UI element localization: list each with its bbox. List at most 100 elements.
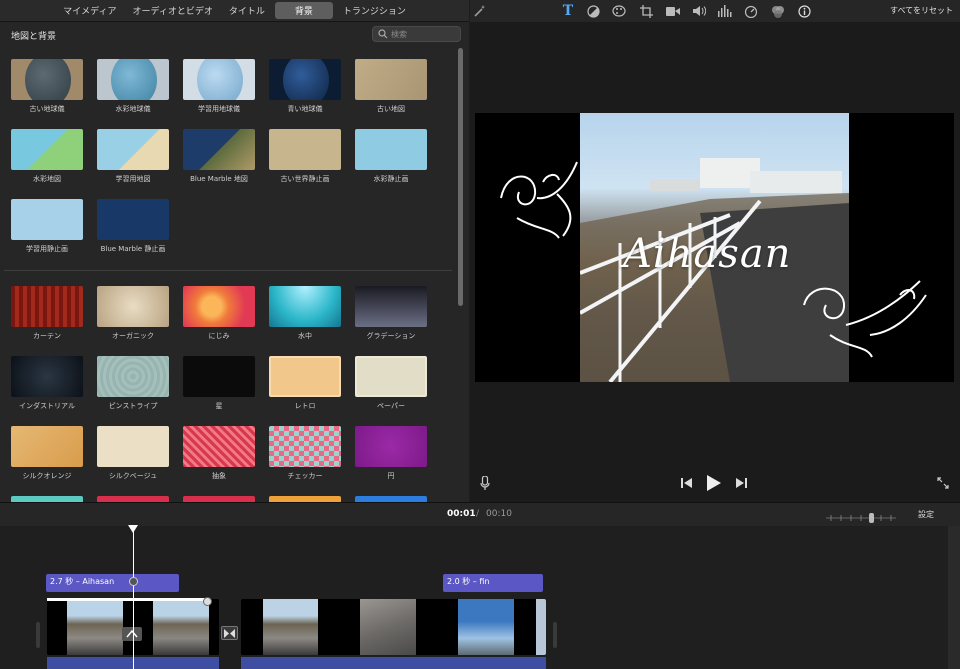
timeline-scrollbar[interactable]: [948, 526, 960, 669]
video-preview[interactable]: Aihasan: [475, 113, 954, 382]
background-thumbnail: [355, 356, 427, 397]
search-input[interactable]: [391, 28, 457, 40]
background-tile[interactable]: シルクベージュ: [97, 426, 169, 480]
video-clip-2[interactable]: [241, 599, 546, 655]
playhead[interactable]: [133, 530, 134, 669]
background-tile[interactable]: チェッカー: [269, 426, 341, 480]
background-tile[interactable]: カーテン: [11, 286, 83, 340]
background-tile[interactable]: レトロ: [269, 356, 341, 410]
timeline-right-handle[interactable]: [553, 622, 557, 648]
background-thumbnail: [11, 426, 83, 467]
tile-label: 抽象: [212, 472, 226, 480]
flourish-ornament-left: [500, 161, 578, 239]
browser-scrollbar[interactable]: [456, 48, 464, 500]
background-tile[interactable]: 学習用静止画: [11, 199, 83, 253]
background-tile[interactable]: 円: [355, 426, 427, 480]
skip-forward-icon[interactable]: [735, 477, 747, 489]
background-thumbnail: [355, 59, 427, 100]
background-thumbnail: [97, 199, 169, 240]
background-tile[interactable]: 学習用地図: [97, 129, 169, 183]
background-thumbnail: [97, 426, 169, 467]
background-tile[interactable]: シルクオレンジ: [11, 426, 83, 480]
background-tile[interactable]: 水彩静止画: [355, 129, 427, 183]
magic-wand-icon[interactable]: [472, 3, 488, 19]
tab-titles[interactable]: タイトル: [223, 2, 271, 19]
background-browser: 地図と背景 古い地球儀 水彩地球儀 学習用地球儀 青い地球儀 古い地図水彩地図 学習用地図…: [0, 22, 469, 502]
background-tile[interactable]: ペーパー: [355, 356, 427, 410]
timeline-zoom-slider[interactable]: [826, 509, 896, 523]
background-tile[interactable]: ピンストライプ: [97, 356, 169, 410]
background-tile[interactable]: 水中: [269, 286, 341, 340]
background-tile[interactable]: 青い地球儀: [269, 59, 341, 113]
transition-icon[interactable]: [221, 626, 238, 640]
background-thumbnail: [183, 286, 255, 327]
background-thumbnail: [269, 426, 341, 467]
tab-backgrounds[interactable]: 背景: [274, 2, 333, 19]
title-end-handle[interactable]: [203, 597, 212, 606]
background-thumbnail: [97, 356, 169, 397]
stabilization-icon[interactable]: [665, 3, 681, 19]
maps-grid: 古い地球儀 水彩地球儀 学習用地球儀 青い地球儀 古い地図水彩地図 学習用地図 Blue M…: [11, 59, 427, 253]
tile-label: 水彩地図: [33, 175, 61, 183]
background-tile[interactable]: 星: [183, 356, 255, 410]
background-tile[interactable]: Blue Marble 静止画: [97, 199, 169, 253]
tab-my-media[interactable]: マイメディア: [57, 2, 122, 19]
fullscreen-icon[interactable]: [936, 476, 950, 490]
tab-audio-video[interactable]: オーディオとビデオ: [126, 2, 218, 19]
background-tile[interactable]: グラデーション: [355, 286, 427, 340]
background-tile[interactable]: 抽象: [183, 426, 255, 480]
section-title: 地図と背景: [11, 32, 57, 42]
globe-graphic: [283, 59, 329, 100]
background-thumbnail: [97, 129, 169, 170]
background-thumbnail: [269, 356, 341, 397]
title-clip-label: 2.0 秒 – fin: [447, 577, 490, 586]
scrollbar-thumb[interactable]: [458, 48, 463, 306]
skip-back-icon[interactable]: [680, 477, 692, 489]
play-icon[interactable]: [706, 474, 722, 492]
background-tile[interactable]: 古い地球儀: [11, 59, 83, 113]
background-tile[interactable]: 古い地図: [355, 59, 427, 113]
microphone-icon[interactable]: [479, 475, 491, 491]
background-thumbnail: [355, 426, 427, 467]
background-thumbnail: [269, 129, 341, 170]
background-tile[interactable]: にじみ: [183, 286, 255, 340]
clip-effect-icon[interactable]: [122, 627, 142, 641]
background-tile[interactable]: インダストリアル: [11, 356, 83, 410]
background-thumbnail: [269, 286, 341, 327]
background-tile[interactable]: オーガニック: [97, 286, 169, 340]
background-tile[interactable]: Blue Marble 地図: [183, 129, 255, 183]
title-tool-icon[interactable]: T: [560, 3, 576, 19]
background-tile[interactable]: 水彩地球儀: [97, 59, 169, 113]
equalizer-icon[interactable]: [717, 3, 733, 19]
tile-label: オーガニック: [112, 332, 154, 340]
tile-label: ペーパー: [377, 402, 405, 410]
volume-icon[interactable]: [691, 3, 707, 19]
tile-label: ピンストライプ: [108, 402, 158, 410]
background-thumbnail: [97, 286, 169, 327]
filter-icon[interactable]: [770, 3, 786, 19]
playhead-knob[interactable]: [129, 577, 138, 586]
tile-label: 古い地図: [377, 105, 405, 113]
timeline-settings-button[interactable]: 設定: [918, 509, 934, 520]
tile-label: 学習用静止画: [26, 245, 68, 253]
search-box[interactable]: [372, 26, 461, 42]
background-thumbnail: [183, 129, 255, 170]
title-clip-fin[interactable]: 2.0 秒 – fin: [443, 574, 543, 592]
background-tile[interactable]: 古い世界静止画: [269, 129, 341, 183]
reset-all-button[interactable]: すべてをリセット: [890, 5, 953, 16]
playhead-marker-icon[interactable]: [128, 525, 138, 533]
timeline-left-handle[interactable]: [36, 622, 40, 648]
background-tile[interactable]: 学習用地球儀: [183, 59, 255, 113]
color-correction-icon[interactable]: [611, 3, 627, 19]
title-clip-aihasan[interactable]: 2.7 秒 – Aihasan: [46, 574, 179, 592]
info-icon[interactable]: [796, 3, 812, 19]
color-balance-icon[interactable]: [585, 3, 601, 19]
tile-label: シルクベージュ: [108, 472, 158, 480]
tab-transitions[interactable]: トランジション: [337, 2, 412, 19]
background-tile[interactable]: 水彩地図: [11, 129, 83, 183]
crop-icon[interactable]: [638, 3, 654, 19]
title-overlay-text: Aihasan: [623, 231, 792, 277]
tile-label: 古い地球儀: [29, 105, 65, 113]
tile-label: 星: [215, 402, 223, 410]
speed-icon[interactable]: [743, 3, 759, 19]
